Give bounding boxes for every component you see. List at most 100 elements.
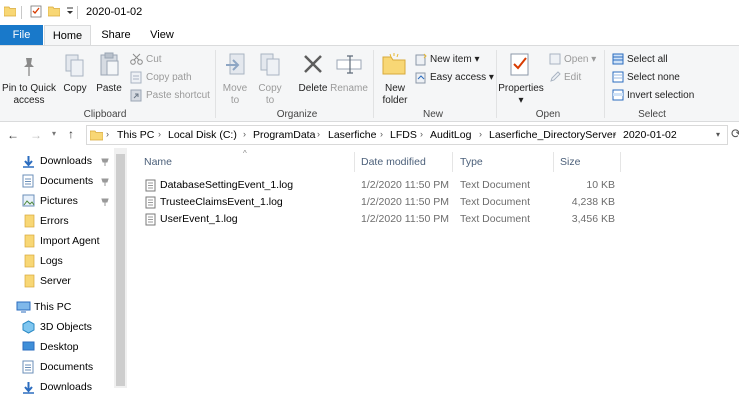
copy-icon (64, 53, 86, 82)
clipboard-group-label: Clipboard (83, 109, 127, 120)
nav-scrollbar[interactable] (114, 148, 127, 388)
up-arrow-icon[interactable]: ↑ (68, 127, 74, 141)
ribbon-separator (604, 50, 605, 118)
column-divider[interactable] (553, 152, 554, 172)
column-header-name[interactable]: Name (144, 156, 172, 168)
properties-dropdown-icon: ▾ (518, 95, 524, 106)
new-item-button[interactable]: New item ▾ (430, 54, 480, 66)
file-size: 4,238 KB (571, 196, 615, 208)
properties-label: Properties (498, 83, 544, 94)
new-folder-button[interactable]: New folder (376, 83, 414, 107)
file-type: Text Document (460, 179, 531, 191)
folder-icon (24, 254, 35, 268)
column-divider[interactable] (354, 152, 355, 172)
breadcrumb-laserfiche[interactable]: Laserfiche (328, 129, 376, 141)
breadcrumb-this-pc[interactable]: This PC (117, 129, 154, 141)
folder-icon (24, 274, 35, 288)
nav-label: Logs (40, 255, 63, 267)
select-none-button[interactable]: Select none (627, 72, 680, 84)
paste-shortcut-icon (130, 89, 143, 105)
column-header-size[interactable]: Size (560, 156, 580, 168)
select-none-icon (612, 71, 624, 86)
breadcrumb-laserfiche-directoryserver[interactable]: Laserfiche_DirectoryServer (489, 129, 616, 141)
invert-selection-button[interactable]: Invert selection (627, 90, 694, 102)
breadcrumb-chevron-icon[interactable]: › (158, 129, 161, 139)
nav-scrollbar-thumb[interactable] (116, 154, 125, 386)
new-folder-label-line1: New (384, 83, 405, 94)
column-divider[interactable] (620, 152, 621, 172)
address-folder-icon (89, 128, 104, 144)
tab-file[interactable]: File (0, 25, 43, 45)
ribbon-separator (373, 50, 374, 118)
breadcrumb-chevron-icon[interactable]: › (420, 129, 423, 139)
copy-path-icon (130, 71, 143, 87)
pin-to-quick-access-button[interactable]: Pin to Quick access (0, 83, 58, 107)
rename-button[interactable]: Rename (328, 83, 370, 95)
copy-path-button[interactable]: Copy path (146, 72, 192, 84)
easy-access-button[interactable]: Easy access ▾ (430, 72, 494, 84)
paste-shortcut-button[interactable]: Paste shortcut (146, 90, 210, 102)
copy-to-button[interactable]: Copy to (253, 83, 287, 107)
customize-toolbar-icon[interactable] (66, 7, 74, 20)
download-icon (23, 156, 34, 168)
select-all-button[interactable]: Select all (627, 54, 668, 66)
breadcrumb-chevron-icon[interactable]: › (613, 129, 616, 139)
breadcrumb-current-folder[interactable]: 2020-01-02 (623, 129, 677, 141)
tab-share[interactable]: Share (94, 25, 138, 45)
properties-button[interactable]: Properties ▾ (495, 83, 547, 107)
column-header-type[interactable]: Type (460, 156, 483, 168)
file-size: 3,456 KB (571, 213, 615, 225)
file-row[interactable]: DatabaseSettingEvent_1.log 1/2/2020 11:5… (141, 177, 621, 194)
edit-button[interactable]: Edit (564, 72, 581, 84)
column-header-date-modified[interactable]: Date modified (361, 156, 426, 168)
breadcrumb-chevron-icon[interactable]: › (479, 129, 482, 139)
delete-icon (302, 53, 324, 78)
file-name: TrusteeClaimsEvent_1.log (160, 196, 283, 208)
column-divider[interactable] (452, 152, 453, 172)
tab-home[interactable]: Home (44, 25, 91, 46)
pin-label-line2: access (13, 95, 45, 106)
move-to-button[interactable]: Move to (218, 83, 252, 107)
copy-button[interactable]: Copy (58, 83, 92, 95)
file-row[interactable]: UserEvent_1.log 1/2/2020 11:50 PM Text D… (141, 211, 621, 228)
properties-quick-icon[interactable] (30, 5, 42, 21)
refresh-icon[interactable]: ⟳ (731, 126, 739, 142)
breadcrumb-local-disk[interactable]: Local Disk (C:) (168, 129, 237, 141)
nav-label: Downloads (40, 155, 92, 167)
forward-arrow-icon[interactable]: → (30, 128, 42, 142)
breadcrumb-programdata[interactable]: ProgramData (253, 129, 315, 141)
document-icon (22, 360, 34, 374)
move-to-icon (224, 52, 248, 81)
tab-view[interactable]: View (140, 25, 184, 45)
text-file-icon (145, 179, 156, 192)
new-folder-label-line2: folder (382, 95, 408, 106)
back-arrow-icon[interactable]: ← (7, 128, 19, 142)
breadcrumb-lfds[interactable]: LFDS (390, 129, 417, 141)
breadcrumb-chevron-icon[interactable]: › (317, 129, 320, 139)
computer-icon (16, 301, 31, 313)
file-row[interactable]: TrusteeClaimsEvent_1.log 1/2/2020 11:50 … (141, 194, 621, 211)
breadcrumb-auditlog[interactable]: AuditLog (430, 129, 471, 141)
folder-icon (24, 214, 35, 228)
breadcrumb-chevron-icon[interactable]: › (106, 129, 109, 139)
nav-label: This PC (34, 301, 72, 313)
3d-objects-icon (22, 320, 35, 334)
nav-label: Documents (40, 175, 94, 187)
open-group-label: Open (535, 109, 561, 120)
cut-icon (130, 53, 143, 68)
paste-button[interactable]: Paste (92, 83, 126, 95)
new-group-label: New (422, 109, 443, 120)
document-icon (22, 174, 34, 188)
new-item-icon (415, 53, 427, 69)
file-type: Text Document (460, 213, 531, 225)
recent-locations-icon[interactable]: ▾ (52, 129, 56, 138)
cut-button[interactable]: Cut (146, 54, 162, 66)
new-folder-quick-icon[interactable] (47, 5, 61, 20)
address-dropdown-icon[interactable]: ▾ (716, 130, 720, 139)
open-button[interactable]: Open ▾ (564, 54, 596, 66)
copy-to-icon (259, 52, 283, 81)
breadcrumb-chevron-icon[interactable]: › (380, 129, 383, 139)
breadcrumb-chevron-icon[interactable]: › (243, 129, 246, 139)
nav-label: Server (40, 275, 71, 287)
nav-label: Desktop (40, 341, 79, 353)
